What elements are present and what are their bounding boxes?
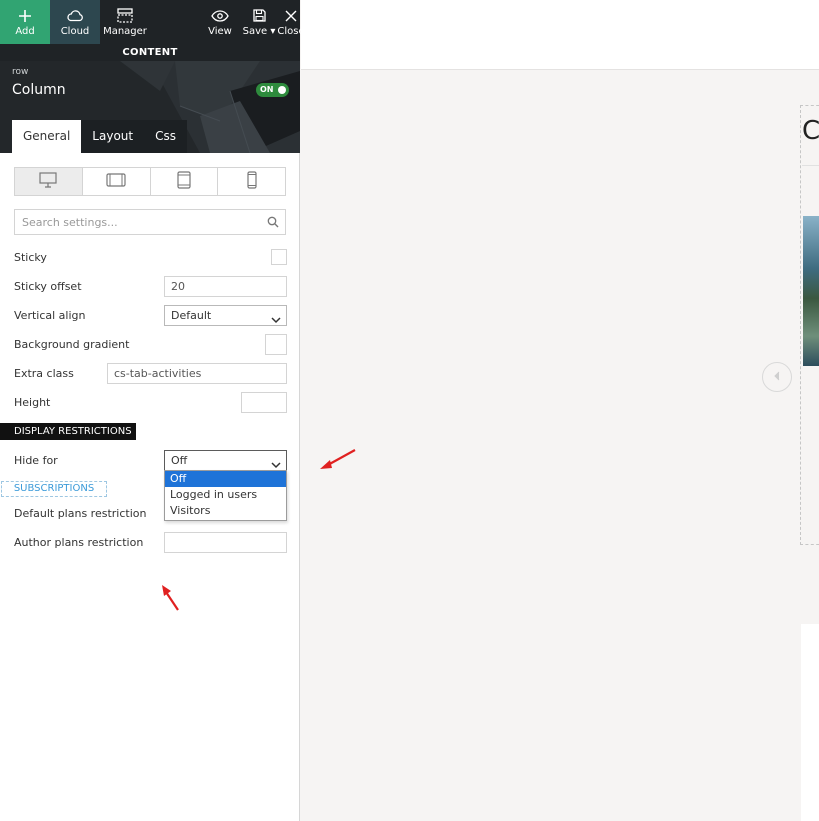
device-mobile-button[interactable] <box>218 168 285 195</box>
subscriptions-heading: SUBSCRIPTIONS <box>1 481 107 497</box>
sticky-offset-field[interactable]: 20 <box>164 276 287 297</box>
device-desktop-button[interactable] <box>15 168 83 195</box>
view-button[interactable]: View <box>204 0 236 44</box>
hide-for-label: Hide for <box>14 454 58 467</box>
settings-panel: Add Cloud Manager View Save ▾ Close CONT… <box>0 0 305 821</box>
annotation-arrow-icon <box>320 449 356 469</box>
search-settings <box>14 209 286 235</box>
add-button[interactable]: Add <box>0 0 50 44</box>
element-header: row Column ON General Layout Css <box>0 61 300 153</box>
search-icon[interactable] <box>267 216 279 231</box>
save-button-label: Save <box>242 26 268 37</box>
element-title: Column <box>12 82 66 98</box>
manager-button-label: Manager <box>103 26 147 37</box>
preview-image <box>803 216 819 366</box>
dropdown-option-logged-in-users[interactable]: Logged in users <box>165 487 286 503</box>
tab-general[interactable]: General <box>12 120 82 153</box>
height-field[interactable] <box>241 392 287 413</box>
preview-heading-fragment: C <box>802 116 819 146</box>
toolbar: Add Cloud Manager View Save ▾ Close <box>0 0 305 44</box>
sticky-checkbox[interactable] <box>271 249 287 265</box>
hide-for-select[interactable]: Off <box>164 450 287 471</box>
vertical-align-value: Default <box>171 309 212 322</box>
dropdown-option-off[interactable]: Off <box>165 471 286 487</box>
tablet-portrait-icon <box>177 171 191 192</box>
sticky-label: Sticky <box>14 251 47 264</box>
toggle-knob <box>278 86 286 94</box>
close-button[interactable]: Close <box>277 0 305 44</box>
annotation-arrow-icon <box>162 585 179 611</box>
enabled-toggle[interactable]: ON <box>256 83 289 97</box>
view-button-label: View <box>208 26 232 37</box>
height-label: Height <box>14 396 51 409</box>
author-plans-field[interactable] <box>164 532 287 553</box>
add-button-label: Add <box>15 26 35 37</box>
preview-header <box>301 0 819 70</box>
default-plans-label: Default plans restriction <box>14 507 147 520</box>
element-type: row <box>12 67 29 77</box>
save-button[interactable]: Save ▾ <box>236 0 282 44</box>
vertical-align-select[interactable]: Default <box>164 305 287 326</box>
background-gradient-picker[interactable] <box>265 334 287 355</box>
caret-down-icon: ▾ <box>267 26 276 37</box>
vertical-align-label: Vertical align <box>14 309 86 322</box>
sticky-offset-label: Sticky offset <box>14 280 82 293</box>
caret-left-icon <box>773 370 781 384</box>
extra-class-label: Extra class <box>14 367 74 380</box>
hide-for-dropdown-list: Off Logged in users Visitors <box>164 470 287 521</box>
search-input[interactable] <box>15 210 255 234</box>
floppy-disk-icon <box>252 7 266 24</box>
tablet-landscape-icon <box>106 173 126 190</box>
content-bar: CONTENT <box>0 44 300 61</box>
dropdown-option-visitors[interactable]: Visitors <box>165 503 286 519</box>
display-restrictions-heading: DISPLAY RESTRICTIONS <box>0 423 136 440</box>
cloud-button-label: Cloud <box>60 26 90 37</box>
author-plans-label: Author plans restriction <box>14 536 144 549</box>
preview-divider <box>802 165 819 166</box>
cloud-icon <box>66 7 84 24</box>
tab-css[interactable]: Css <box>144 120 187 153</box>
settings-tabs: General Layout Css <box>12 120 187 153</box>
toggle-label: ON <box>260 85 274 94</box>
device-switcher <box>14 167 286 196</box>
chevron-down-icon <box>271 311 281 330</box>
mobile-icon <box>247 171 257 192</box>
hide-for-value: Off <box>171 454 188 467</box>
carousel-prev-button[interactable] <box>762 362 792 392</box>
extra-class-field[interactable]: cs-tab-activities <box>107 363 287 384</box>
preview-card <box>801 624 819 821</box>
device-tablet-landscape-button[interactable] <box>82 168 151 195</box>
layout-manager-icon <box>117 7 133 24</box>
manager-button[interactable]: Manager <box>100 0 150 44</box>
cloud-button[interactable]: Cloud <box>50 0 100 44</box>
background-gradient-label: Background gradient <box>14 338 130 351</box>
tab-layout[interactable]: Layout <box>81 120 145 153</box>
close-icon <box>285 7 297 24</box>
eye-icon <box>211 7 229 24</box>
device-tablet-portrait-button[interactable] <box>150 168 219 195</box>
desktop-icon <box>39 172 57 191</box>
plus-icon <box>18 7 32 24</box>
